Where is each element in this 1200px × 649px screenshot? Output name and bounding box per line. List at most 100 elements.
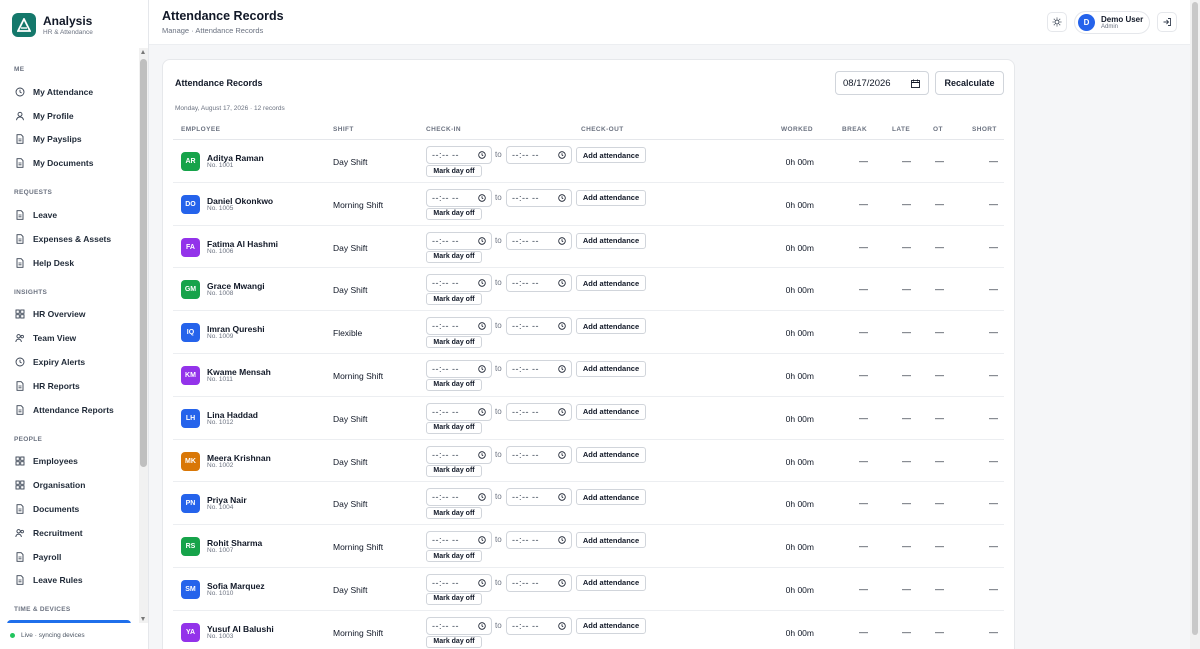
mark-day-off-button[interactable]: Mark day off (426, 207, 482, 220)
scroll-up-arrow-icon[interactable] (141, 50, 145, 54)
add-attendance-button[interactable]: Add attendance (576, 360, 646, 377)
clock-icon[interactable] (558, 236, 566, 245)
calendar-icon[interactable] (911, 79, 920, 88)
brand[interactable]: Analysis HR & Attendance (12, 13, 93, 37)
clock-icon[interactable] (478, 365, 486, 373)
check-in-time-input[interactable]: --:-- -- (426, 188, 492, 207)
mark-day-off-button[interactable]: Mark day off (426, 293, 482, 306)
logout-button[interactable] (1157, 12, 1177, 32)
mark-day-off-button[interactable]: Mark day off (426, 464, 482, 477)
clock-icon[interactable] (558, 322, 566, 330)
check-out-time-input[interactable]: --:-- -- (506, 616, 572, 635)
clock-icon[interactable] (478, 493, 486, 502)
check-out-time-input[interactable]: --:-- -- (506, 573, 572, 592)
check-out-time-input[interactable]: --:-- -- (506, 231, 572, 250)
check-out-time-input[interactable]: --:-- -- (506, 274, 572, 293)
clock-icon[interactable] (558, 151, 566, 159)
clock-icon[interactable] (558, 408, 566, 416)
clock-icon[interactable] (558, 493, 566, 502)
add-attendance-button[interactable]: Add attendance (576, 275, 646, 292)
clock-icon[interactable] (558, 194, 566, 202)
mark-day-off-button[interactable]: Mark day off (426, 336, 482, 349)
mark-day-off-button[interactable]: Mark day off (426, 421, 482, 434)
clock-icon[interactable] (558, 579, 566, 587)
sidebar-item-my-attendance[interactable]: My Attendance (0, 80, 139, 104)
sidebar-item-leave-rules[interactable]: Leave Rules (0, 569, 139, 593)
add-attendance-button[interactable]: Add attendance (576, 574, 646, 591)
add-attendance-button[interactable]: Add attendance (576, 446, 646, 463)
add-attendance-button[interactable]: Add attendance (576, 403, 646, 420)
clock-icon[interactable] (478, 194, 486, 202)
check-in-time-input[interactable]: --:-- -- (426, 317, 492, 336)
sidebar-scroll-thumb[interactable] (140, 59, 147, 467)
sidebar-item-hr-overview[interactable]: HR Overview (0, 303, 139, 327)
recalculate-button[interactable]: Recalculate (935, 71, 1004, 95)
mark-day-off-button[interactable]: Mark day off (426, 550, 482, 563)
sidebar-item-organisation[interactable]: Organisation (0, 473, 139, 497)
sidebar-item-payroll[interactable]: Payroll (0, 545, 139, 569)
check-out-time-input[interactable]: --:-- -- (506, 188, 572, 207)
mark-day-off-button[interactable]: Mark day off (426, 635, 482, 648)
mark-day-off-button[interactable]: Mark day off (426, 250, 482, 263)
clock-icon[interactable] (478, 579, 486, 587)
sidebar-item-my-payslips[interactable]: My Payslips (0, 128, 139, 152)
mark-day-off-button[interactable]: Mark day off (426, 165, 482, 177)
mark-day-off-button[interactable]: Mark day off (426, 592, 482, 605)
date-picker-input[interactable]: 08/17/2026 (835, 71, 929, 95)
clock-icon[interactable] (478, 536, 486, 544)
add-attendance-button[interactable]: Add attendance (576, 532, 646, 549)
check-out-time-input[interactable]: --:-- -- (506, 531, 572, 550)
check-in-time-input[interactable]: --:-- -- (426, 359, 492, 378)
theme-toggle-button[interactable] (1047, 12, 1067, 32)
mark-day-off-button[interactable]: Mark day off (426, 378, 482, 391)
clock-icon[interactable] (558, 536, 566, 544)
clock-icon[interactable] (478, 236, 486, 245)
add-attendance-button[interactable]: Add attendance (576, 232, 646, 249)
check-out-time-input[interactable]: --:-- -- (506, 317, 572, 336)
check-out-time-input[interactable]: --:-- -- (506, 488, 572, 507)
sidebar-item-attendance-reports[interactable]: Attendance Reports (0, 398, 139, 422)
sidebar-item-documents[interactable]: Documents (0, 497, 139, 521)
clock-icon[interactable] (558, 279, 566, 288)
check-in-time-input[interactable]: --:-- -- (426, 445, 492, 464)
sidebar-item-team-view[interactable]: Team View (0, 326, 139, 350)
scroll-down-arrow-icon[interactable] (141, 617, 145, 621)
main-scrollbar[interactable] (1190, 0, 1200, 649)
check-in-time-input[interactable]: --:-- -- (426, 231, 492, 250)
clock-icon[interactable] (478, 279, 486, 288)
sidebar-item-my-profile[interactable]: My Profile (0, 104, 139, 128)
sidebar-item-leave[interactable]: Leave (0, 203, 139, 227)
sidebar-item-expiry-alerts[interactable]: Expiry Alerts (0, 350, 139, 374)
check-in-time-input[interactable]: --:-- -- (426, 402, 492, 421)
add-attendance-button[interactable]: Add attendance (576, 489, 646, 506)
check-out-time-input[interactable]: --:-- -- (506, 359, 572, 378)
check-in-time-input[interactable]: --:-- -- (426, 616, 492, 635)
clock-icon[interactable] (478, 322, 486, 330)
sidebar-item-employees[interactable]: Employees (0, 450, 139, 474)
sidebar-item-hr-reports[interactable]: HR Reports (0, 374, 139, 398)
check-in-time-input[interactable]: --:-- -- (426, 146, 492, 164)
clock-icon[interactable] (558, 365, 566, 373)
clock-icon[interactable] (478, 450, 486, 459)
clock-icon[interactable] (478, 408, 486, 416)
sidebar-item-help-desk[interactable]: Help Desk (0, 251, 139, 275)
add-attendance-button[interactable]: Add attendance (576, 147, 646, 163)
check-in-time-input[interactable]: --:-- -- (426, 531, 492, 550)
check-out-time-input[interactable]: --:-- -- (506, 445, 572, 464)
add-attendance-button[interactable]: Add attendance (576, 617, 646, 634)
sidebar-scrollbar[interactable] (139, 48, 148, 623)
add-attendance-button[interactable]: Add attendance (576, 318, 646, 335)
mark-day-off-button[interactable]: Mark day off (426, 507, 482, 520)
sidebar-item-my-documents[interactable]: My Documents (0, 151, 139, 175)
sidebar-item-attendance-records[interactable]: Attendance Records (7, 620, 131, 623)
sidebar-item-expenses-and-assets[interactable]: Expenses & Assets (0, 227, 139, 251)
clock-icon[interactable] (558, 622, 566, 630)
check-in-time-input[interactable]: --:-- -- (426, 488, 492, 507)
check-out-time-input[interactable]: --:-- -- (506, 402, 572, 421)
main-scroll-thumb[interactable] (1192, 2, 1198, 635)
check-in-time-input[interactable]: --:-- -- (426, 274, 492, 293)
clock-icon[interactable] (478, 151, 486, 159)
clock-icon[interactable] (558, 450, 566, 459)
sidebar-item-recruitment[interactable]: Recruitment (0, 521, 139, 545)
check-in-time-input[interactable]: --:-- -- (426, 573, 492, 592)
